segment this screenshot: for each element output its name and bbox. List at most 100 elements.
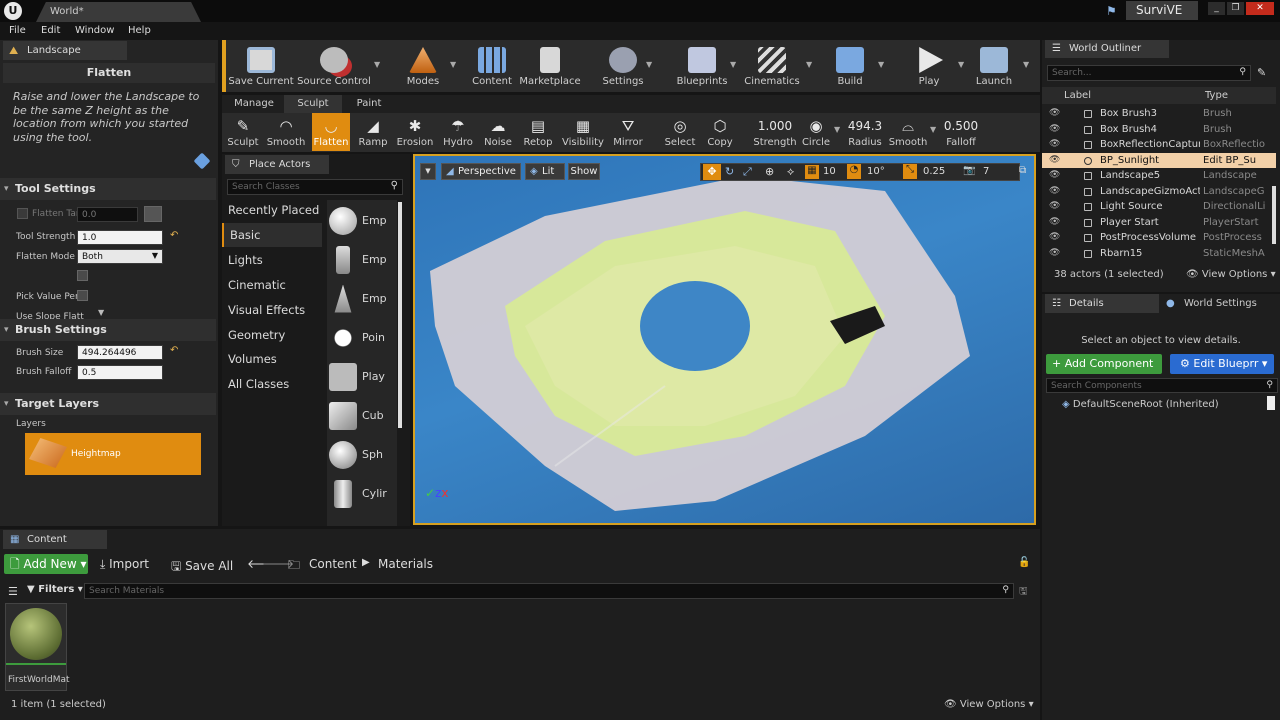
table-row[interactable]: 👁 Box Brush3 Brush [1042, 106, 1276, 122]
pick-value-checkbox[interactable] [77, 290, 88, 301]
actor-player-start[interactable]: Play [329, 358, 393, 395]
scale-icon[interactable]: ⤢ [743, 165, 752, 179]
flatten-mode-select[interactable]: Both ▼ [77, 249, 163, 264]
scale-snap-value[interactable]: 0.25 [923, 166, 945, 177]
marketplace-button[interactable]: Marketplace [519, 40, 581, 90]
outliner-scrollbar[interactable] [1272, 186, 1276, 244]
maximize-viewport-icon[interactable]: ⧉ [1019, 165, 1026, 176]
import-button[interactable]: ⤓ Import [100, 557, 149, 572]
camera-speed-icon[interactable]: 📷 [963, 165, 975, 176]
place-actors-tab[interactable]: ⛉ Place Actors [225, 155, 329, 174]
camera-speed-value[interactable]: 7 [983, 166, 989, 177]
details-tab[interactable]: ☷ Details [1045, 294, 1159, 313]
edit-blueprint-button[interactable]: ⚙ Edit Blueprr ▾ [1170, 354, 1274, 374]
actor-empty-character[interactable]: Emp [329, 241, 393, 278]
mode-tab[interactable]: ⛰ Landscape [3, 41, 127, 60]
category-visual-effects[interactable]: Visual Effects [222, 298, 322, 322]
grid-snap-icon[interactable]: ▦ [805, 165, 819, 179]
save-all-button[interactable]: 🖫 Save All [171, 557, 233, 578]
tool-visibility[interactable]: ▦ Visibility [562, 113, 604, 151]
table-row[interactable]: 👁 BoxReflectionCapture BoxReflectio [1042, 137, 1276, 153]
tool-smooth[interactable]: ◠ Smooth [266, 113, 306, 151]
scale-snap-icon[interactable]: ⤡ [903, 164, 917, 179]
perspective-button[interactable]: ◢ Perspective [441, 163, 521, 180]
content-view-options[interactable]: 👁 View Options ▾ [944, 699, 1034, 710]
expand-advanced-icon[interactable]: ▼ [98, 308, 104, 317]
world-space-icon[interactable]: ⊕ [765, 165, 774, 178]
category-basic[interactable]: Basic [222, 223, 322, 247]
category-all-classes[interactable]: All Classes [222, 372, 322, 396]
tab-sculpt[interactable]: Sculpt [284, 95, 342, 113]
menu-edit[interactable]: Edit [41, 25, 60, 36]
category-geometry[interactable]: Geometry [222, 323, 322, 347]
add-component-button[interactable]: + Add Component ▾ [1046, 354, 1162, 390]
maximize-button[interactable]: ❐ [1227, 2, 1244, 15]
scene-root-item[interactable]: ◈ DefaultSceneRoot (Inherited) [1062, 399, 1219, 410]
actor-list-scrollbar[interactable] [398, 202, 402, 428]
tool-erosion[interactable]: ✱ Erosion [394, 113, 436, 151]
brush-shape-circle[interactable]: ◉ Circle [800, 113, 832, 151]
table-row[interactable]: 👁 Box Brush4 Brush [1042, 122, 1276, 138]
eye-icon[interactable]: 👁 [1049, 215, 1060, 231]
menu-window[interactable]: Window [75, 25, 114, 36]
lit-button[interactable]: ◈ Lit [525, 163, 565, 180]
flatten-target-field[interactable]: 0.0 [77, 207, 138, 222]
falloff-control[interactable]: 0.500 Falloff [940, 113, 982, 151]
strength-control[interactable]: 1.000 Strength [752, 113, 798, 151]
eye-icon[interactable]: 👁 [1049, 246, 1060, 262]
surface-snap-icon[interactable]: ⟡ [787, 165, 794, 179]
column-type[interactable]: Type [1205, 87, 1228, 104]
actor-cube[interactable]: Cub [329, 397, 393, 434]
category-recently-placed[interactable]: Recently Placed [222, 198, 322, 222]
actor-sphere[interactable]: Sph [329, 436, 393, 473]
category-cinematic[interactable]: Cinematic [222, 273, 322, 297]
brush-falloff-field[interactable]: 0.5 [77, 365, 163, 380]
menu-help[interactable]: Help [128, 25, 151, 36]
close-button[interactable]: ✕ [1246, 2, 1274, 15]
cinematics-button[interactable]: Cinematics [742, 40, 802, 90]
world-outliner-tab[interactable]: ☰ World Outliner [1045, 40, 1169, 58]
minimize-button[interactable]: _ [1208, 2, 1225, 15]
details-scrollbar[interactable] [1267, 396, 1275, 410]
use-slope-checkbox[interactable] [77, 270, 88, 281]
column-label[interactable]: Label [1064, 87, 1091, 104]
settings-button[interactable]: Settings [596, 40, 650, 90]
tool-select[interactable]: ◎ Select [662, 113, 698, 151]
ue-logo-icon[interactable]: U [4, 2, 22, 20]
show-button[interactable]: Show [568, 163, 600, 180]
eye-icon[interactable]: 👁 [1049, 230, 1060, 246]
heightmap-layer[interactable]: Heightmap [25, 433, 201, 475]
launch-button[interactable]: Launch [970, 40, 1018, 90]
tab-manage[interactable]: Manage [228, 95, 280, 113]
tool-copy[interactable]: ⬡ Copy [702, 113, 738, 151]
eyedropper-button[interactable] [144, 206, 162, 222]
source-control-button[interactable]: Source Control [296, 40, 372, 90]
build-button[interactable]: Build [826, 40, 874, 90]
reset-size-icon[interactable]: ↶ [170, 345, 178, 356]
eye-icon[interactable]: 👁 [1049, 199, 1060, 215]
actor-empty-actor[interactable]: Emp [329, 202, 393, 239]
category-volumes[interactable]: Volumes [222, 347, 322, 371]
category-lights[interactable]: Lights [222, 248, 322, 272]
actor-cylinder[interactable]: Cylir [329, 475, 393, 512]
tool-retop[interactable]: ▤ Retop [520, 113, 556, 151]
sources-toggle-icon[interactable]: ☰ [8, 585, 18, 598]
rotation-snap-icon[interactable]: ◔ [847, 164, 861, 179]
flatten-target-checkbox[interactable] [17, 208, 28, 219]
save-current-button[interactable]: Save Current [228, 40, 294, 90]
eye-icon[interactable]: 👁 [1049, 153, 1060, 169]
eye-icon[interactable]: 👁 [1049, 184, 1060, 200]
world-settings-tab[interactable]: ● World Settings [1162, 294, 1278, 313]
content-button[interactable]: Content [469, 40, 515, 90]
search-components-input[interactable]: Search Components ⚲ [1046, 378, 1278, 393]
help-icon[interactable] [193, 152, 211, 170]
translate-icon[interactable]: ✥ [703, 164, 721, 180]
tool-settings-header[interactable]: Tool Settings [0, 178, 216, 200]
filters-button[interactable]: ▼ Filters ▾ [27, 584, 83, 595]
content-browser-tab[interactable]: ▦ Content Browser [3, 530, 107, 564]
brush-settings-header[interactable]: Brush Settings [0, 319, 216, 341]
blueprints-button[interactable]: Blueprints [672, 40, 732, 90]
outliner-view-options[interactable]: 👁 View Options ▾ [1186, 269, 1276, 280]
tool-mirror[interactable]: ⛛ Mirror [610, 113, 646, 151]
breadcrumb-materials[interactable]: Materials [378, 557, 433, 571]
